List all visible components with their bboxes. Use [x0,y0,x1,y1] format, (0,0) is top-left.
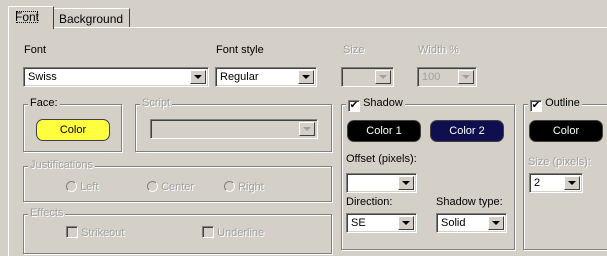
tab-background[interactable]: Background [52,8,131,28]
tab-font[interactable]: Font [8,6,54,29]
tab-font-label: Font [15,10,40,24]
tab-panel [8,27,607,256]
tab-background-label: Background [59,12,124,26]
